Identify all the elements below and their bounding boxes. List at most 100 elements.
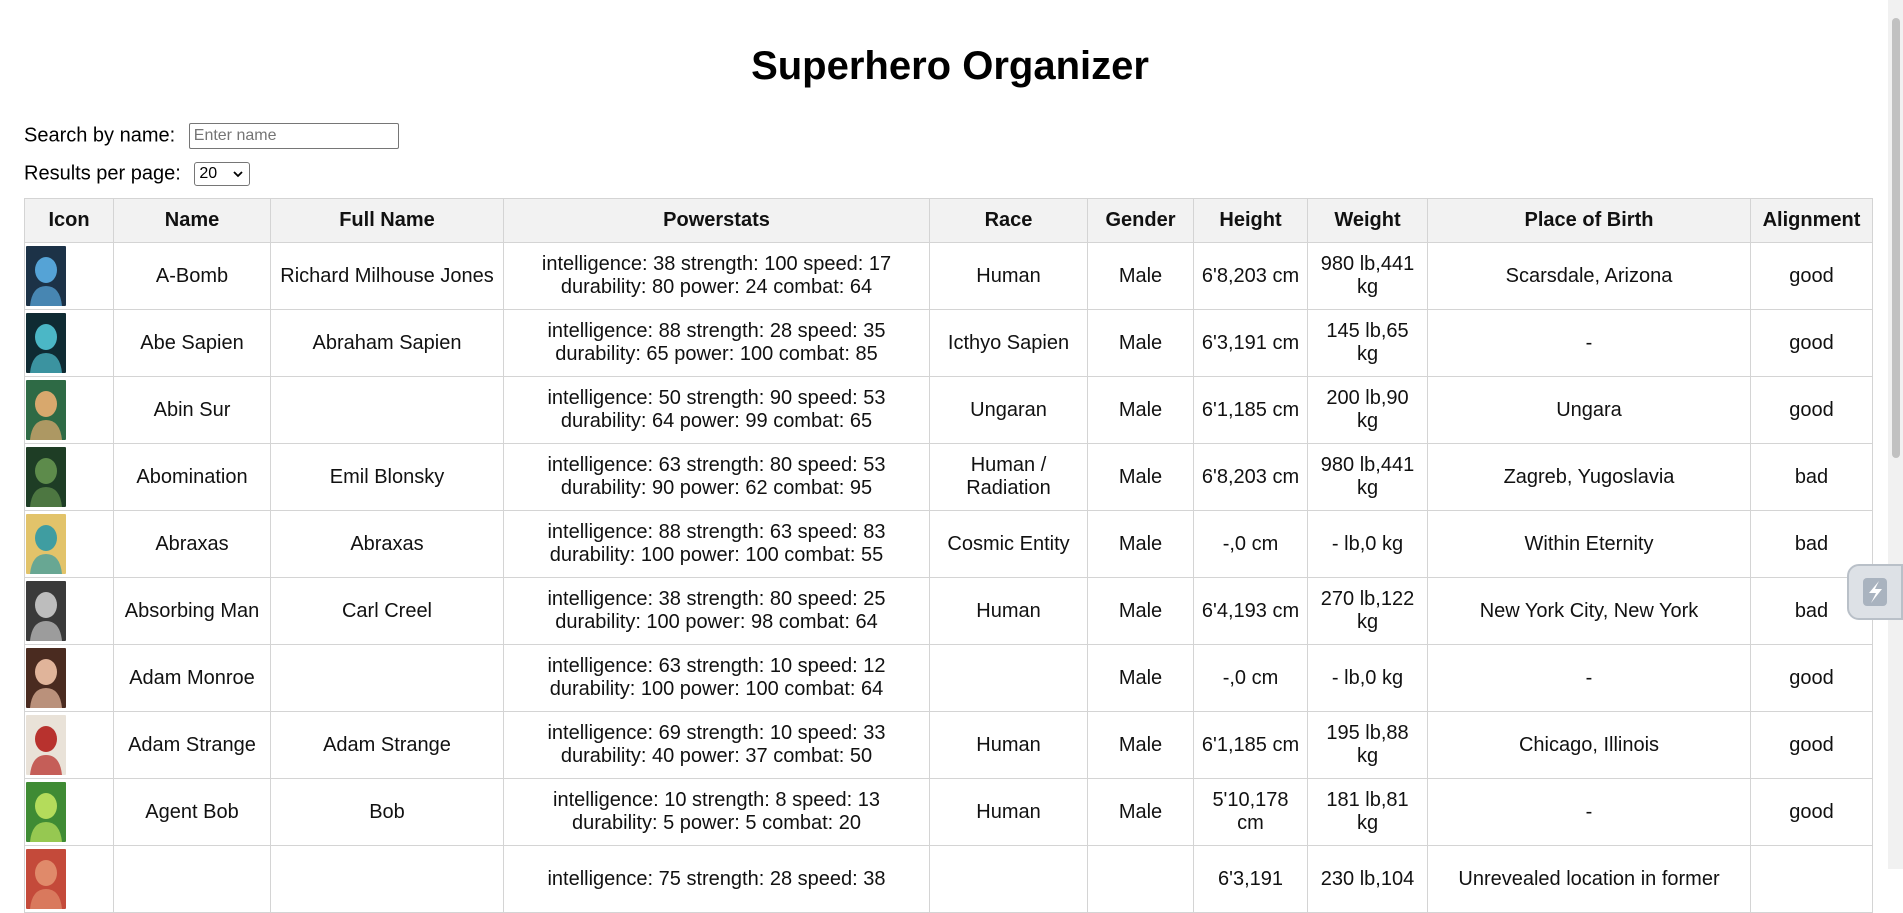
full-name-cell: Carl Creel [270,577,504,645]
table-row[interactable]: A-Bomb Richard Milhouse Jones intelligence… [24,242,1873,310]
table-row[interactable]: Abraxas Abraxas intelligence: 88 strength:… [24,510,1873,578]
table-body: A-Bomb Richard Milhouse Jones intelligence… [24,242,1873,913]
height-cell: 6'1,185 cm [1193,376,1308,444]
height-cell: 6'3,191 [1193,845,1308,913]
full-name-cell: Richard Milhouse Jones [270,242,504,310]
gender-cell [1087,845,1194,913]
table-row[interactable]: Abomination Emil Blonsky intelligence: 63 … [24,443,1873,511]
powerstats-cell: intelligence: 38 strength: 80 speed: 25 … [503,577,930,645]
hero-portrait-icon [26,581,66,641]
column-header-gender[interactable]: Gender [1087,198,1194,243]
hero-portrait-icon [26,782,66,842]
results-per-page-select[interactable]: 20 [194,162,251,186]
place-of-birth-cell: Unrevealed location in former [1427,845,1751,913]
powerstats-cell: intelligence: 75 strength: 28 speed: 38 [503,845,930,913]
superhero-organizer-page: Superhero Organizer Search by name: Resu… [0,0,1903,913]
alignment-cell: good [1750,309,1873,377]
column-header-alignment[interactable]: Alignment [1750,198,1873,243]
powerstats-cell: intelligence: 88 strength: 28 speed: 35 … [503,309,930,377]
alignment-cell: good [1750,644,1873,712]
gender-cell: Male [1087,242,1194,310]
full-name-cell: Emil Blonsky [270,443,504,511]
height-cell: 6'4,193 cm [1193,577,1308,645]
scrollbar-thumb[interactable] [1892,18,1900,458]
table-row[interactable]: Absorbing Man Carl Creel intelligence: 38 … [24,577,1873,645]
race-cell: Human [929,778,1088,846]
hero-icon-cell [24,242,114,310]
floating-extension-button[interactable] [1847,564,1903,620]
hero-portrait-icon [26,715,66,775]
alignment-cell: good [1750,242,1873,310]
height-cell: 6'8,203 cm [1193,242,1308,310]
column-header-place-of-birth[interactable]: Place of Birth [1427,198,1751,243]
weight-cell: 200 lb,90 kg [1307,376,1428,444]
table-header-row: Icon Name Full Name Powerstats Race Gend… [24,198,1873,243]
search-label: Search by name: [24,124,176,147]
full-name-cell: Adam Strange [270,711,504,779]
hero-icon-cell [24,309,114,377]
hero-portrait-icon [26,514,66,574]
race-cell: Ungaran [929,376,1088,444]
race-cell: Icthyo Sapien [929,309,1088,377]
weight-cell: - lb,0 kg [1307,644,1428,712]
place-of-birth-cell: Ungara [1427,376,1751,444]
column-header-icon[interactable]: Icon [24,198,114,243]
hero-icon-cell [24,443,114,511]
height-cell: 6'3,191 cm [1193,309,1308,377]
powerstats-cell: intelligence: 63 strength: 10 speed: 12 … [503,644,930,712]
table-row[interactable]: Agent Bob Bob intelligence: 10 strength: 8… [24,778,1873,846]
full-name-cell: Abraham Sapien [270,309,504,377]
hero-portrait-icon [26,380,66,440]
table-row[interactable]: Adam Monroe intelligence: 63 strength: 10… [24,644,1873,712]
place-of-birth-cell: - [1427,309,1751,377]
place-of-birth-cell: Chicago, Illinois [1427,711,1751,779]
race-cell: Human [929,711,1088,779]
powerstats-cell: intelligence: 38 strength: 100 speed: 17… [503,242,930,310]
gender-cell: Male [1087,577,1194,645]
vertical-scrollbar[interactable] [1888,0,1903,869]
table-row[interactable]: Abin Sur intelligence: 50 strength: 90 sp… [24,376,1873,444]
column-header-race[interactable]: Race [929,198,1088,243]
hero-name-cell: Abraxas [113,510,271,578]
height-cell: -,0 cm [1193,644,1308,712]
height-cell: 5'10,178 cm [1193,778,1308,846]
powerstats-cell: intelligence: 69 strength: 10 speed: 33 … [503,711,930,779]
alignment-cell: good [1750,778,1873,846]
search-input[interactable] [188,123,399,149]
gender-cell: Male [1087,376,1194,444]
place-of-birth-cell: - [1427,778,1751,846]
column-header-height[interactable]: Height [1193,198,1308,243]
weight-cell: 980 lb,441 kg [1307,443,1428,511]
alignment-cell: good [1750,376,1873,444]
height-cell: 6'8,203 cm [1193,443,1308,511]
powerstats-cell: intelligence: 50 strength: 90 speed: 53 … [503,376,930,444]
table-row[interactable]: Adam Strange Adam Strange intelligence: 69… [24,711,1873,779]
weight-cell: 980 lb,441 kg [1307,242,1428,310]
column-header-name[interactable]: Name [113,198,271,243]
hero-name-cell [113,845,271,913]
powerstats-cell: intelligence: 63 strength: 80 speed: 53 … [503,443,930,511]
table-row[interactable]: intelligence: 75 strength: 28 speed: 38 6… [24,845,1873,913]
hero-portrait-icon [26,447,66,507]
weight-cell: 230 lb,104 [1307,845,1428,913]
place-of-birth-cell: Within Eternity [1427,510,1751,578]
lightning-icon [1863,578,1887,606]
gender-cell: Male [1087,711,1194,779]
alignment-cell: good [1750,711,1873,779]
column-header-full-name[interactable]: Full Name [270,198,504,243]
full-name-cell [270,376,504,444]
hero-name-cell: Abe Sapien [113,309,271,377]
weight-cell: 145 lb,65 kg [1307,309,1428,377]
hero-portrait-icon [26,849,66,909]
column-header-powerstats[interactable]: Powerstats [503,198,930,243]
gender-cell: Male [1087,644,1194,712]
race-cell: Human / Radiation [929,443,1088,511]
hero-icon-cell [24,845,114,913]
table-row[interactable]: Abe Sapien Abraham Sapien intelligence: 88… [24,309,1873,377]
hero-portrait-icon [26,246,66,306]
race-cell: Human [929,242,1088,310]
results-per-page-value: 20 [199,165,218,182]
superhero-table: Icon Name Full Name Powerstats Race Gend… [24,198,1873,913]
page-title: Superhero Organizer [751,44,1149,88]
column-header-weight[interactable]: Weight [1307,198,1428,243]
